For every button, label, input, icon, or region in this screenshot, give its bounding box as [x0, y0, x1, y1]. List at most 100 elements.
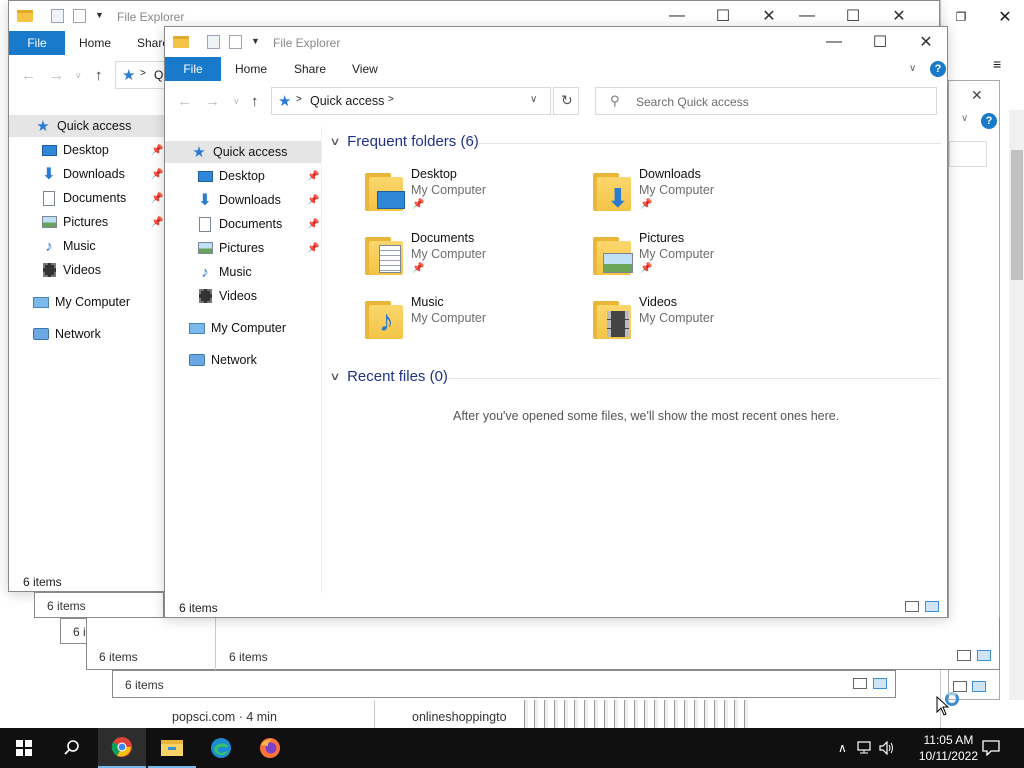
tab-view[interactable]: View [352, 62, 378, 76]
taskbar-firefox[interactable] [246, 728, 294, 768]
music-folder-icon: ♪ [201, 263, 209, 281]
nav-item-desktop[interactable]: Desktop [165, 165, 321, 187]
nav-item-my-computer[interactable]: My Computer [165, 317, 321, 339]
frequent-folders-header[interactable]: ∨ Frequent folders (6) [329, 133, 478, 150]
nav-item-music[interactable]: ♪ Music [9, 235, 164, 257]
chevron-down-icon: ∨ [329, 136, 341, 148]
group-divider [449, 378, 941, 379]
pictures-folder-icon [41, 214, 57, 230]
close-button[interactable]: ✕ [903, 27, 949, 57]
new-folder-icon[interactable] [229, 35, 242, 52]
search-input[interactable]: ⚲ Search Quick access [595, 87, 937, 115]
status-text: 6 items [99, 650, 138, 664]
up-arrow-icon[interactable]: ↑ [95, 67, 103, 84]
help-icon[interactable]: ? [981, 113, 997, 129]
nav-item-desktop[interactable]: Desktop [9, 139, 164, 161]
show-hidden-icons-icon[interactable]: ∧ [838, 741, 847, 755]
forward-arrow-icon[interactable]: → [205, 93, 220, 110]
taskbar-edge[interactable] [197, 728, 245, 768]
pane-divider[interactable] [321, 127, 322, 593]
recent-dropdown-icon[interactable]: ∨ [233, 96, 240, 107]
chevron-down-icon[interactable]: ∨ [961, 113, 968, 124]
nav-item-documents[interactable]: Documents [165, 213, 321, 235]
nav-item-downloads[interactable]: ⬇ Downloads [9, 163, 164, 185]
details-view-icon[interactable] [853, 678, 867, 689]
properties-icon[interactable] [51, 9, 64, 26]
nav-label: My Computer [211, 321, 287, 335]
volume-icon[interactable] [879, 741, 895, 755]
taskbar-file-explorer[interactable] [148, 728, 196, 768]
large-icons-view-icon[interactable] [925, 601, 939, 612]
qat-dropdown-icon[interactable]: ▼ [251, 36, 260, 46]
busy-spinner-icon [945, 692, 959, 706]
folder-location: My Computer [639, 247, 715, 261]
start-button[interactable] [0, 728, 48, 768]
details-view-icon[interactable] [957, 650, 971, 661]
nav-item-videos[interactable]: Videos [9, 259, 164, 281]
address-bar[interactable]: ★ > Quick access > ∨ [271, 87, 551, 115]
help-icon[interactable]: ? [930, 61, 946, 77]
browser-tab-text[interactable]: onlineshoppingto [412, 710, 518, 724]
notifications-button[interactable] [968, 728, 1014, 768]
minimize-button[interactable]: — [811, 27, 857, 57]
tab-home[interactable]: Home [235, 62, 267, 76]
tab-file[interactable]: File [9, 31, 65, 55]
nav-item-quick-access[interactable]: ★ Quick access [165, 141, 321, 163]
nav-item-documents[interactable]: Documents [9, 187, 164, 209]
videos-folder-icon [593, 299, 633, 339]
menu-icon[interactable]: ≡ [993, 56, 1001, 72]
qat-dropdown-icon[interactable]: ▼ [95, 10, 104, 20]
network-status-icon[interactable] [857, 741, 873, 755]
recent-files-header[interactable]: ∨ Recent files (0) [329, 368, 448, 385]
large-icons-view-icon[interactable] [977, 650, 991, 661]
browser-tab-text[interactable]: popsci.com · 4 min [172, 710, 277, 724]
folder-tile-music[interactable]: ♪ Music My Computer [365, 295, 565, 351]
address-dropdown-icon[interactable]: ∨ [530, 94, 537, 105]
nav-item-pictures[interactable]: Pictures [165, 237, 321, 259]
tab-share[interactable]: Share [294, 62, 326, 76]
folder-tile-pictures[interactable]: Pictures My Computer 📌 [593, 231, 793, 287]
nav-item-network[interactable]: Network [9, 323, 164, 345]
music-folder-icon: ♪ [365, 299, 405, 339]
notification-icon [982, 740, 1000, 756]
up-arrow-icon[interactable]: ↑ [251, 93, 259, 110]
nav-label: Documents [63, 191, 127, 205]
scrollbar-thumb[interactable] [1011, 150, 1023, 280]
large-icons-view-icon[interactable] [873, 678, 887, 689]
pictures-folder-icon [197, 240, 213, 256]
folder-tile-documents[interactable]: Documents My Computer 📌 [365, 231, 565, 287]
details-view-icon[interactable] [905, 601, 919, 612]
nav-item-downloads[interactable]: ⬇ Downloads [165, 189, 321, 211]
taskbar-chrome[interactable] [98, 728, 146, 768]
new-folder-icon[interactable] [73, 9, 86, 26]
folder-tile-videos[interactable]: Videos My Computer [593, 295, 793, 351]
tab-home[interactable]: Home [79, 36, 111, 50]
tab-file[interactable]: File [165, 57, 221, 81]
nav-item-videos[interactable]: Videos [165, 285, 321, 307]
forward-arrow-icon[interactable]: → [49, 67, 64, 84]
back-arrow-icon[interactable]: ← [21, 67, 36, 84]
nav-item-my-computer[interactable]: My Computer [9, 291, 164, 313]
nav-item-network[interactable]: Network [165, 349, 321, 371]
nav-item-music[interactable]: ♪ Music [165, 261, 321, 283]
properties-icon[interactable] [207, 35, 220, 52]
search-icon [64, 740, 79, 755]
recent-dropdown-icon[interactable]: ∨ [75, 70, 82, 81]
nav-item-quick-access[interactable]: ★ Quick access [9, 115, 169, 137]
computer-icon [189, 320, 205, 336]
background-window-2-edge: ✕ ? ∨ [948, 80, 1000, 700]
back-arrow-icon[interactable]: ← [177, 93, 192, 110]
refresh-button[interactable]: ↻ [553, 87, 579, 115]
restore-button[interactable]: ❐ [947, 6, 975, 28]
status-text: 6 items [229, 650, 268, 664]
scrollbar[interactable] [1009, 110, 1024, 700]
close-button[interactable]: ✕ [971, 87, 983, 104]
nav-item-pictures[interactable]: Pictures [9, 211, 164, 233]
search-button[interactable] [48, 728, 96, 768]
folder-tile-desktop[interactable]: Desktop My Computer 📌 [365, 167, 565, 223]
close-button[interactable]: ✕ [991, 6, 1019, 28]
folder-tile-downloads[interactable]: ⬇ Downloads My Computer 📌 [593, 167, 793, 223]
maximize-button[interactable]: ☐ [857, 27, 903, 57]
star-icon: ★ [122, 67, 136, 84]
expand-ribbon-icon[interactable]: ∨ [909, 63, 916, 74]
